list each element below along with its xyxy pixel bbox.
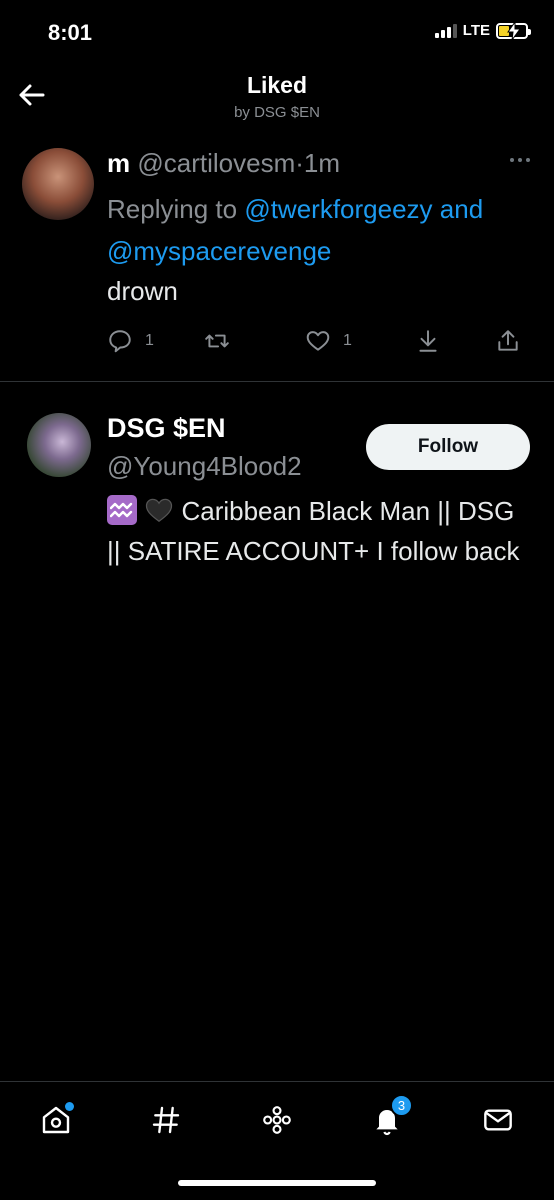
heart-icon (306, 331, 330, 351)
meta-separator: · (295, 148, 304, 178)
tweet-time: 1m (303, 148, 341, 178)
hashtag-icon (152, 1106, 180, 1134)
tweet-header: m @cartilovesm·1m (107, 148, 340, 179)
user-handle[interactable]: @Young4Blood2 (107, 451, 302, 482)
tweet-text: drown (107, 276, 178, 306)
page-subtitle: by DSG $EN (234, 104, 320, 121)
black-heart-emoji-icon (146, 498, 173, 523)
share-icon (498, 330, 518, 351)
battery-icon (496, 21, 531, 40)
like-button[interactable]: 1 (305, 328, 352, 354)
tab-notifications[interactable]: 3 (369, 1094, 413, 1138)
author-name[interactable]: m (107, 148, 130, 178)
avatar[interactable] (27, 413, 91, 477)
tweet-actions: 1 1 (107, 328, 527, 356)
like-count: 1 (343, 332, 352, 349)
user-card[interactable]: DSG $EN @Young4Blood2 Follow Caribbean B… (0, 383, 554, 623)
signal-icon (434, 23, 457, 38)
unread-dot (65, 1102, 74, 1111)
retweet-icon (205, 334, 229, 348)
avatar[interactable] (22, 148, 94, 220)
tab-home[interactable] (38, 1102, 74, 1138)
aquarius-emoji-icon (107, 495, 137, 525)
more-dots-icon (510, 158, 514, 162)
user-name[interactable]: DSG $EN (107, 413, 226, 444)
page-header: Liked by DSG $EN (0, 66, 554, 132)
replying-to: Replying to @twerkforgeezy and @myspacer… (107, 188, 527, 272)
status-bar: 8:01 LTE (0, 0, 554, 66)
retweet-button[interactable] (204, 328, 230, 354)
share-button[interactable] (495, 328, 521, 354)
more-button[interactable] (510, 158, 530, 162)
network-type: LTE (462, 22, 490, 39)
and-word: and (432, 194, 484, 224)
spaces-icon (263, 1106, 291, 1134)
tab-explore[interactable] (148, 1102, 184, 1138)
save-button[interactable] (415, 328, 441, 354)
reply-count: 1 (145, 332, 154, 349)
tweet[interactable]: m @cartilovesm·1m Replying to @twerkforg… (0, 142, 554, 382)
replying-prefix: Replying to (107, 194, 245, 224)
notifications-badge: 3 (390, 1094, 413, 1117)
status-indicators: LTE (434, 21, 531, 40)
mail-icon (484, 1109, 512, 1131)
user-bio: Caribbean Black Man || DSG || SATIRE ACC… (107, 491, 527, 571)
author-handle[interactable]: @cartilovesm (137, 148, 295, 178)
reply-button[interactable]: 1 (107, 328, 154, 354)
mention-link[interactable]: @myspacerevenge (107, 236, 331, 266)
tab-spaces[interactable] (259, 1102, 295, 1138)
mention-link[interactable]: @twerkforgeezy (244, 194, 432, 224)
follow-button[interactable]: Follow (366, 424, 530, 470)
tab-messages[interactable] (480, 1102, 516, 1138)
reply-icon (109, 330, 131, 353)
download-icon (419, 330, 437, 352)
page-title: Liked (246, 72, 308, 98)
home-indicator (178, 1180, 376, 1186)
status-time: 8:01 (48, 20, 93, 45)
